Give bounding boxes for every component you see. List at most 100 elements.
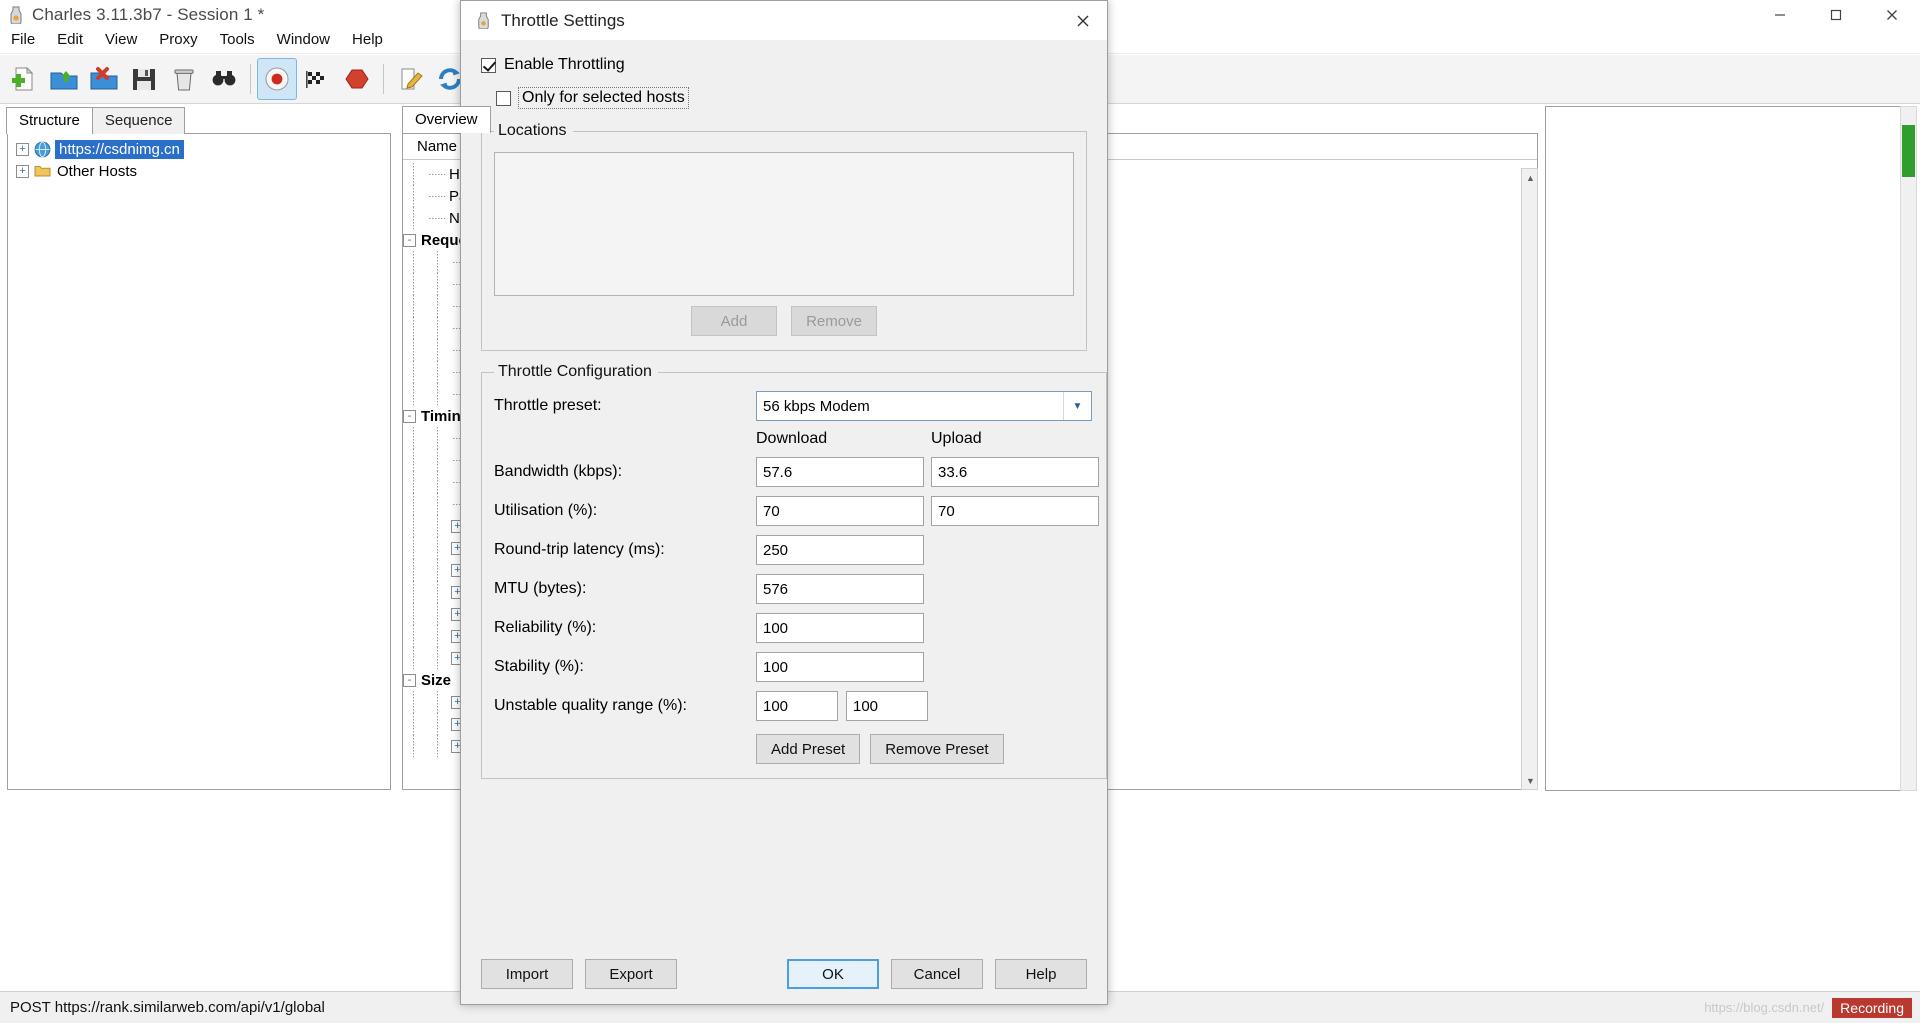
sequence-flag-icon[interactable] — [297, 58, 337, 100]
menu-view[interactable]: View — [94, 28, 148, 51]
tree-indent-guide — [427, 735, 451, 757]
expander-minus-icon[interactable]: - — [403, 409, 416, 423]
tab-structure[interactable]: Structure — [6, 107, 93, 134]
compose-icon[interactable] — [390, 58, 430, 100]
tree-indent-guide — [403, 295, 427, 317]
save-session-icon[interactable] — [124, 58, 164, 100]
unstable-range-inputs: 100 100 — [756, 691, 1094, 721]
tree-leaf-connector — [427, 185, 449, 207]
mtu-input[interactable]: 576 — [756, 574, 924, 604]
upload-column-header: Upload — [931, 430, 982, 447]
tree-indent-guide — [403, 273, 427, 295]
close-session-icon[interactable] — [84, 58, 124, 100]
add-preset-button[interactable]: Add Preset — [756, 734, 861, 764]
tree-indent-guide — [403, 427, 427, 449]
export-button[interactable]: Export — [585, 959, 677, 989]
tree-item-csdnimg[interactable]: + https://csdnimg.cn — [8, 138, 390, 160]
locations-list[interactable] — [494, 152, 1074, 296]
charles-bottle-icon-dialog — [475, 12, 492, 30]
bandwidth-upload-input[interactable]: 33.6 — [931, 457, 1099, 487]
only-selected-hosts-checkbox[interactable] — [496, 90, 511, 106]
tree-indent-guide — [403, 647, 427, 669]
menu-window[interactable]: Window — [266, 28, 341, 51]
tree-indent-guide — [427, 449, 451, 471]
reliability-input[interactable]: 100 — [756, 613, 924, 643]
menu-tools[interactable]: Tools — [209, 28, 266, 51]
globe-icon — [34, 141, 51, 158]
remove-location-button[interactable]: Remove — [791, 306, 877, 336]
window-scrollbar[interactable] — [1900, 106, 1917, 791]
find-icon[interactable] — [204, 58, 244, 100]
tree-item-label-2: Other Hosts — [57, 162, 138, 180]
tree-indent-guide — [403, 207, 427, 229]
watermark-text: https://blog.csdn.net/ — [1704, 1000, 1825, 1015]
cancel-button[interactable]: Cancel — [891, 959, 983, 989]
menu-help[interactable]: Help — [341, 28, 394, 51]
tree-indent-guide — [403, 449, 427, 471]
tree-indent-guide — [403, 493, 427, 515]
expander-minus-icon[interactable]: - — [403, 233, 416, 247]
menu-edit[interactable]: Edit — [46, 28, 94, 51]
unstable-range-max-input[interactable]: 100 — [846, 691, 928, 721]
ok-button[interactable]: OK — [787, 959, 879, 989]
tree-item-other-hosts[interactable]: + Other Hosts — [8, 160, 390, 182]
tree-indent-guide — [427, 361, 451, 383]
throttle-preset-label: Throttle preset: — [494, 397, 602, 414]
tree-item-label: https://csdnimg.cn — [55, 139, 184, 159]
tree-leaf-connector — [427, 207, 449, 229]
remove-preset-button[interactable]: Remove Preset — [870, 734, 1004, 764]
tree-indent-guide — [427, 295, 451, 317]
clear-session-icon[interactable] — [164, 58, 204, 100]
tree-leaf-connector — [427, 163, 449, 185]
tree-indent-guide — [427, 251, 451, 273]
tree-indent-guide — [427, 427, 451, 449]
locations-legend: Locations — [498, 122, 567, 139]
tab-sequence[interactable]: Sequence — [91, 107, 186, 134]
menu-file[interactable]: File — [0, 28, 46, 51]
bandwidth-download-input[interactable]: 57.6 — [756, 457, 924, 487]
open-session-icon[interactable] — [44, 58, 84, 100]
reliability-label: Reliability (%): — [494, 619, 597, 636]
recording-status-badge: Recording — [1832, 997, 1912, 1018]
help-button[interactable]: Help — [995, 959, 1087, 989]
enable-throttling-row[interactable]: Enable Throttling — [481, 56, 1087, 74]
tree-indent-guide — [403, 625, 427, 647]
round-trip-latency-input[interactable]: 250 — [756, 535, 924, 565]
stop-throttle-icon[interactable] — [337, 58, 377, 100]
unstable-range-min-input[interactable]: 100 — [756, 691, 838, 721]
throttle-preset-select[interactable]: 56 kbps Modem ▼ — [756, 391, 1092, 421]
tree-indent-guide — [427, 537, 451, 559]
throttle-configuration-legend: Throttle Configuration — [498, 363, 652, 380]
tree-indent-guide — [427, 647, 451, 669]
tree-indent-guide — [427, 273, 451, 295]
stability-input[interactable]: 100 — [756, 652, 924, 682]
panel-scrollbar[interactable]: ▲ ▼ — [1521, 168, 1538, 790]
chevron-down-icon[interactable]: ▼ — [1063, 392, 1091, 420]
only-selected-hosts-row[interactable]: Only for selected hosts — [496, 87, 1087, 109]
unstable-quality-range-label: Unstable quality range (%): — [494, 697, 687, 714]
menu-proxy[interactable]: Proxy — [148, 28, 208, 51]
toolbar-separator-2 — [383, 64, 384, 94]
import-button[interactable]: Import — [481, 959, 573, 989]
expander-plus-icon[interactable]: + — [16, 142, 29, 156]
folder-icon — [34, 164, 51, 178]
enable-throttling-checkbox[interactable] — [481, 57, 496, 73]
tab-overview[interactable]: Overview — [402, 106, 491, 133]
throttle-preset-value: 56 kbps Modem — [763, 397, 870, 415]
status-url-text: POST https://rank.similarweb.com/api/v1/… — [10, 999, 325, 1016]
tree-indent-guide — [427, 625, 451, 647]
window-title: Charles 3.11.3b7 - Session 1 * — [32, 5, 265, 24]
tree-indent-guide — [403, 691, 427, 713]
dialog-close-icon[interactable] — [1059, 1, 1107, 40]
expander-minus-icon[interactable]: - — [403, 673, 416, 687]
new-session-icon[interactable] — [4, 58, 44, 100]
record-icon[interactable] — [257, 58, 297, 100]
expander-plus-icon-2[interactable]: + — [16, 164, 29, 178]
scroll-up-arrow-icon[interactable]: ▲ — [1522, 169, 1539, 186]
tree-indent-guide — [427, 581, 451, 603]
scroll-down-arrow-icon[interactable]: ▼ — [1522, 772, 1539, 789]
utilisation-upload-input[interactable]: 70 — [931, 496, 1099, 526]
utilisation-download-input[interactable]: 70 — [756, 496, 924, 526]
add-location-button[interactable]: Add — [691, 306, 777, 336]
scrollbar-thumb[interactable] — [1902, 125, 1915, 177]
